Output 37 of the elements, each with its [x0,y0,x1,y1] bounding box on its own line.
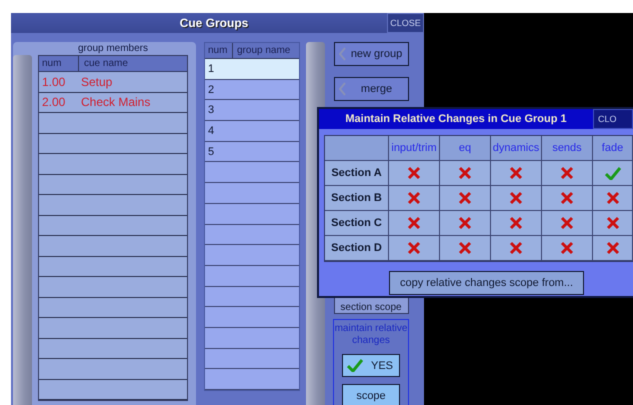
list-item[interactable]: 2 [205,80,299,100]
window-title: Cue Groups [178,16,250,30]
check-icon [347,359,363,372]
table-cell-text: Check Mains [80,95,152,110]
row-header: Section C [325,211,389,236]
group-title: maintain relative changes [334,323,408,347]
column-header: eq [440,136,491,161]
table-cell-text: 2.00 [41,95,66,110]
list-item[interactable]: 4 [205,121,299,142]
column-header: sends [542,136,593,161]
column-header: input/trim [389,136,440,161]
chevron-icon [338,47,346,61]
list-item[interactable]: 3 [205,100,299,122]
table-cell-text: Setup [80,74,114,89]
side-button[interactable]: merge [334,77,408,101]
toggle-button[interactable]: YES [342,354,400,377]
row-header: Section D [325,236,389,261]
chevron-icon [338,82,346,96]
list-item[interactable]: 5 [205,142,299,162]
column-header: dynamics [491,136,542,161]
column-header: group name [236,44,292,58]
scrollbar[interactable] [13,55,32,405]
row-header: Section A [325,161,389,186]
side-button[interactable]: new group [334,42,408,66]
list-title: group members [76,42,150,55]
column-header: num [39,56,79,71]
column-header: num [205,43,233,58]
column-header: cue name [83,57,129,71]
copy-button[interactable]: copy relative changes scope from... [389,271,584,295]
scope-button[interactable]: scope [342,384,400,405]
table-cell-text: 1.00 [41,74,66,89]
row-header: Section B [325,186,389,211]
column-header: fade [593,136,633,161]
dialog-title: Maintain Relative Changes in Cue Group 1 [344,113,568,125]
close-button[interactable]: CLOSE [387,13,424,33]
list-item[interactable]: 1 [205,59,299,80]
close-button[interactable]: CLO [593,109,633,129]
